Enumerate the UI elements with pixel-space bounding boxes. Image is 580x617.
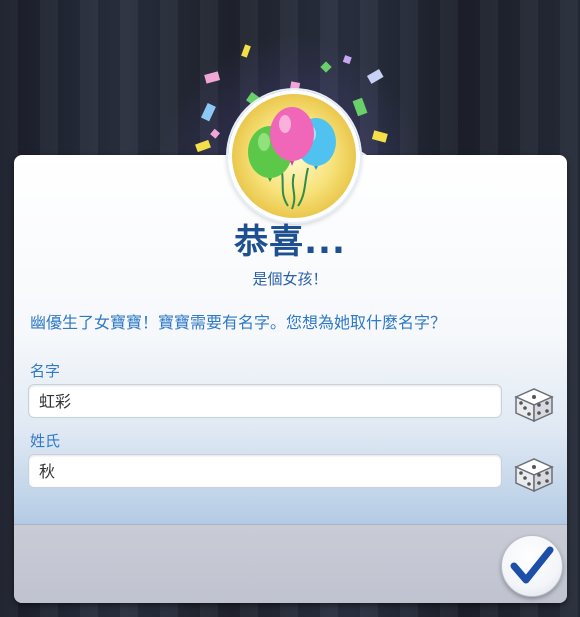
balloons-icon (228, 90, 360, 222)
randomize-last-name-button[interactable] (512, 453, 556, 493)
randomize-first-name-button[interactable] (512, 383, 556, 423)
dialog-title: 恭喜... (234, 222, 346, 262)
dice-icon (514, 458, 554, 493)
dice-icon (514, 388, 554, 423)
last-name-label: 姓氏 (30, 432, 61, 450)
checkmark-icon (510, 546, 554, 584)
first-name-field[interactable]: 虹彩 (28, 384, 502, 418)
dialog-footer (14, 524, 567, 603)
dialog-message: 幽優生了女寶寶！寶寶需要有名字。您想為她取什麼名字？ (30, 313, 447, 332)
first-name-label: 名字 (30, 362, 61, 380)
dialog-subtitle: 是個女孩！ (252, 270, 328, 288)
last-name-field[interactable]: 秋 (28, 454, 502, 488)
confirm-button[interactable] (501, 535, 563, 597)
